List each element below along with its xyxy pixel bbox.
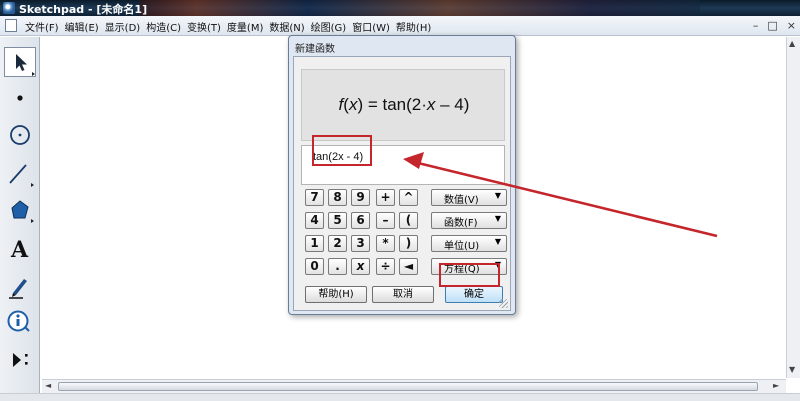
vertical-scrollbar[interactable]: ▲ ▼: [786, 37, 800, 378]
select-arrow-tool[interactable]: [4, 47, 36, 77]
key-4[interactable]: 4: [305, 212, 324, 229]
values-dropdown[interactable]: 数值(V) ▼: [431, 189, 507, 206]
scroll-right-icon[interactable]: ►: [773, 381, 779, 390]
document-window-controls: – □ ×: [753, 19, 796, 32]
units-dropdown[interactable]: 单位(U) ▼: [431, 235, 507, 252]
marker-pen-icon: [9, 279, 27, 299]
key-5[interactable]: 5: [328, 212, 347, 229]
key-0[interactable]: 0: [305, 258, 324, 275]
document-icon[interactable]: [5, 19, 17, 32]
key-3[interactable]: 3: [351, 235, 370, 252]
select-arrow-icon: [16, 54, 35, 76]
menu-display[interactable]: 显示(D): [102, 19, 144, 34]
key-2[interactable]: 2: [328, 235, 347, 252]
text-icon: A: [10, 237, 29, 263]
cancel-button[interactable]: 取消: [372, 286, 434, 303]
key-6[interactable]: 6: [351, 212, 370, 229]
title-bar-decoration: [140, 0, 700, 16]
window-title: Sketchpad - [未命名1]: [19, 3, 148, 16]
polygon-tool[interactable]: [4, 195, 36, 225]
compass-icon: [10, 125, 30, 145]
menu-transform[interactable]: 变换(T): [184, 19, 224, 34]
scroll-left-icon[interactable]: ◄: [45, 381, 51, 390]
new-function-dialog: 新建函数 f(x) = tan(2·x – 4) tan(2x - 4) 7 8…: [288, 35, 516, 315]
key-minus[interactable]: –: [376, 212, 395, 229]
key-x-variable[interactable]: x: [351, 258, 370, 275]
horizontal-scroll-thumb[interactable]: [58, 382, 758, 391]
compass-tool[interactable]: [4, 121, 36, 151]
scroll-up-icon[interactable]: ▲: [789, 39, 795, 48]
key-power[interactable]: ^: [399, 189, 418, 206]
function-preview: f(x) = tan(2·x – 4): [301, 69, 505, 141]
chevron-down-icon: ▼: [494, 237, 501, 246]
menu-bar: 文件(F) 编辑(E) 显示(D) 构造(C) 变换(T) 度量(M) 数据(N…: [0, 16, 800, 36]
resize-grip[interactable]: [499, 299, 508, 308]
ok-button-highlight-box: [439, 263, 500, 287]
help-button[interactable]: 帮助(H): [305, 286, 367, 303]
key-divide[interactable]: ÷: [376, 258, 395, 275]
menu-window[interactable]: 窗口(W): [349, 19, 393, 34]
dialog-title: 新建函数: [295, 44, 335, 55]
status-bar: [0, 393, 800, 401]
functions-dropdown[interactable]: 函数(F) ▼: [431, 212, 507, 229]
title-bar: Sketchpad - [未命名1]: [0, 0, 800, 16]
scroll-down-icon[interactable]: ▼: [789, 365, 795, 374]
menu-measure[interactable]: 度量(M): [224, 19, 266, 34]
menu-items: 文件(F) 编辑(E) 显示(D) 构造(C) 变换(T) 度量(M) 数据(N…: [22, 19, 434, 34]
restore-icon[interactable]: □: [767, 19, 777, 32]
close-icon[interactable]: ×: [787, 19, 796, 32]
values-dropdown-label: 数值(V): [444, 195, 479, 206]
key-1[interactable]: 1: [305, 235, 324, 252]
menu-data[interactable]: 数据(N): [266, 19, 307, 34]
functions-dropdown-label: 函数(F): [444, 218, 478, 229]
menu-construct[interactable]: 构造(C): [143, 19, 184, 34]
key-8[interactable]: 8: [328, 189, 347, 206]
line-segment-icon: [9, 164, 34, 187]
key-multiply[interactable]: *: [376, 235, 395, 252]
play-custom-icon: [13, 353, 28, 367]
sketchpad-app-icon: [3, 2, 15, 14]
horizontal-scrollbar[interactable]: ◄ ►: [42, 379, 786, 393]
marker-tool[interactable]: [4, 271, 36, 301]
key-plus[interactable]: +: [376, 189, 395, 206]
point-icon: [17, 95, 23, 101]
information-tool[interactable]: [4, 307, 36, 337]
ok-button[interactable]: 确定: [445, 286, 503, 303]
chevron-down-icon: ▼: [494, 214, 501, 223]
text-tool[interactable]: A: [4, 233, 36, 263]
key-open-paren[interactable]: (: [399, 212, 418, 229]
function-preview-text: f(x) = tan(2·x – 4): [338, 95, 470, 114]
key-9[interactable]: 9: [351, 189, 370, 206]
point-tool[interactable]: [4, 83, 36, 113]
menu-edit[interactable]: 编辑(E): [62, 19, 102, 34]
menu-help[interactable]: 帮助(H): [393, 19, 434, 34]
key-decimal[interactable]: .: [328, 258, 347, 275]
expression-highlight-box: [312, 135, 372, 166]
polygon-icon: [11, 200, 34, 223]
key-7[interactable]: 7: [305, 189, 324, 206]
information-icon: [7, 310, 30, 332]
menu-file[interactable]: 文件(F): [22, 19, 62, 34]
units-dropdown-label: 单位(U): [444, 241, 480, 252]
custom-tool[interactable]: [4, 345, 36, 375]
key-close-paren[interactable]: ): [399, 235, 418, 252]
minimize-icon[interactable]: –: [753, 19, 759, 32]
toolbox: A: [0, 37, 40, 401]
text-tool-glyph: A: [10, 237, 29, 263]
menu-graph[interactable]: 绘图(G): [308, 19, 350, 34]
key-backspace[interactable]: ◄: [399, 258, 418, 275]
straightedge-tool[interactable]: [4, 159, 36, 189]
chevron-down-icon: ▼: [494, 191, 501, 200]
